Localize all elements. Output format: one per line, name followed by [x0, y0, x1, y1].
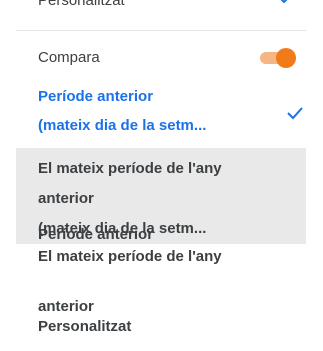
option-overlap-line2[interactable]: Període anterior [38, 226, 153, 244]
compare-toggle[interactable] [260, 47, 296, 69]
chevron-down-icon[interactable] [276, 0, 292, 8]
option-same-period-last-year-2-line2[interactable]: anterior [38, 298, 94, 316]
option-previous-period-line2[interactable]: (mateix dia de la setm... [38, 117, 206, 135]
check-icon [287, 107, 303, 120]
option-same-period-last-year-line1[interactable]: El mateix període de l'any [38, 160, 222, 178]
option-same-period-last-year-line2[interactable]: anterior [38, 190, 94, 208]
toggle-thumb [276, 48, 296, 68]
range-select-label[interactable]: Personalitzat [38, 0, 125, 10]
option-same-period-last-year-2-line1[interactable]: El mateix període de l'any [38, 248, 222, 266]
divider [16, 30, 306, 31]
compare-dropdown-panel: Personalitzat Compara Període anterior (… [0, 0, 323, 351]
option-custom[interactable]: Personalitzat [38, 318, 131, 336]
compare-label: Compara [38, 49, 100, 66]
option-previous-period-line1[interactable]: Període anterior [38, 88, 153, 106]
